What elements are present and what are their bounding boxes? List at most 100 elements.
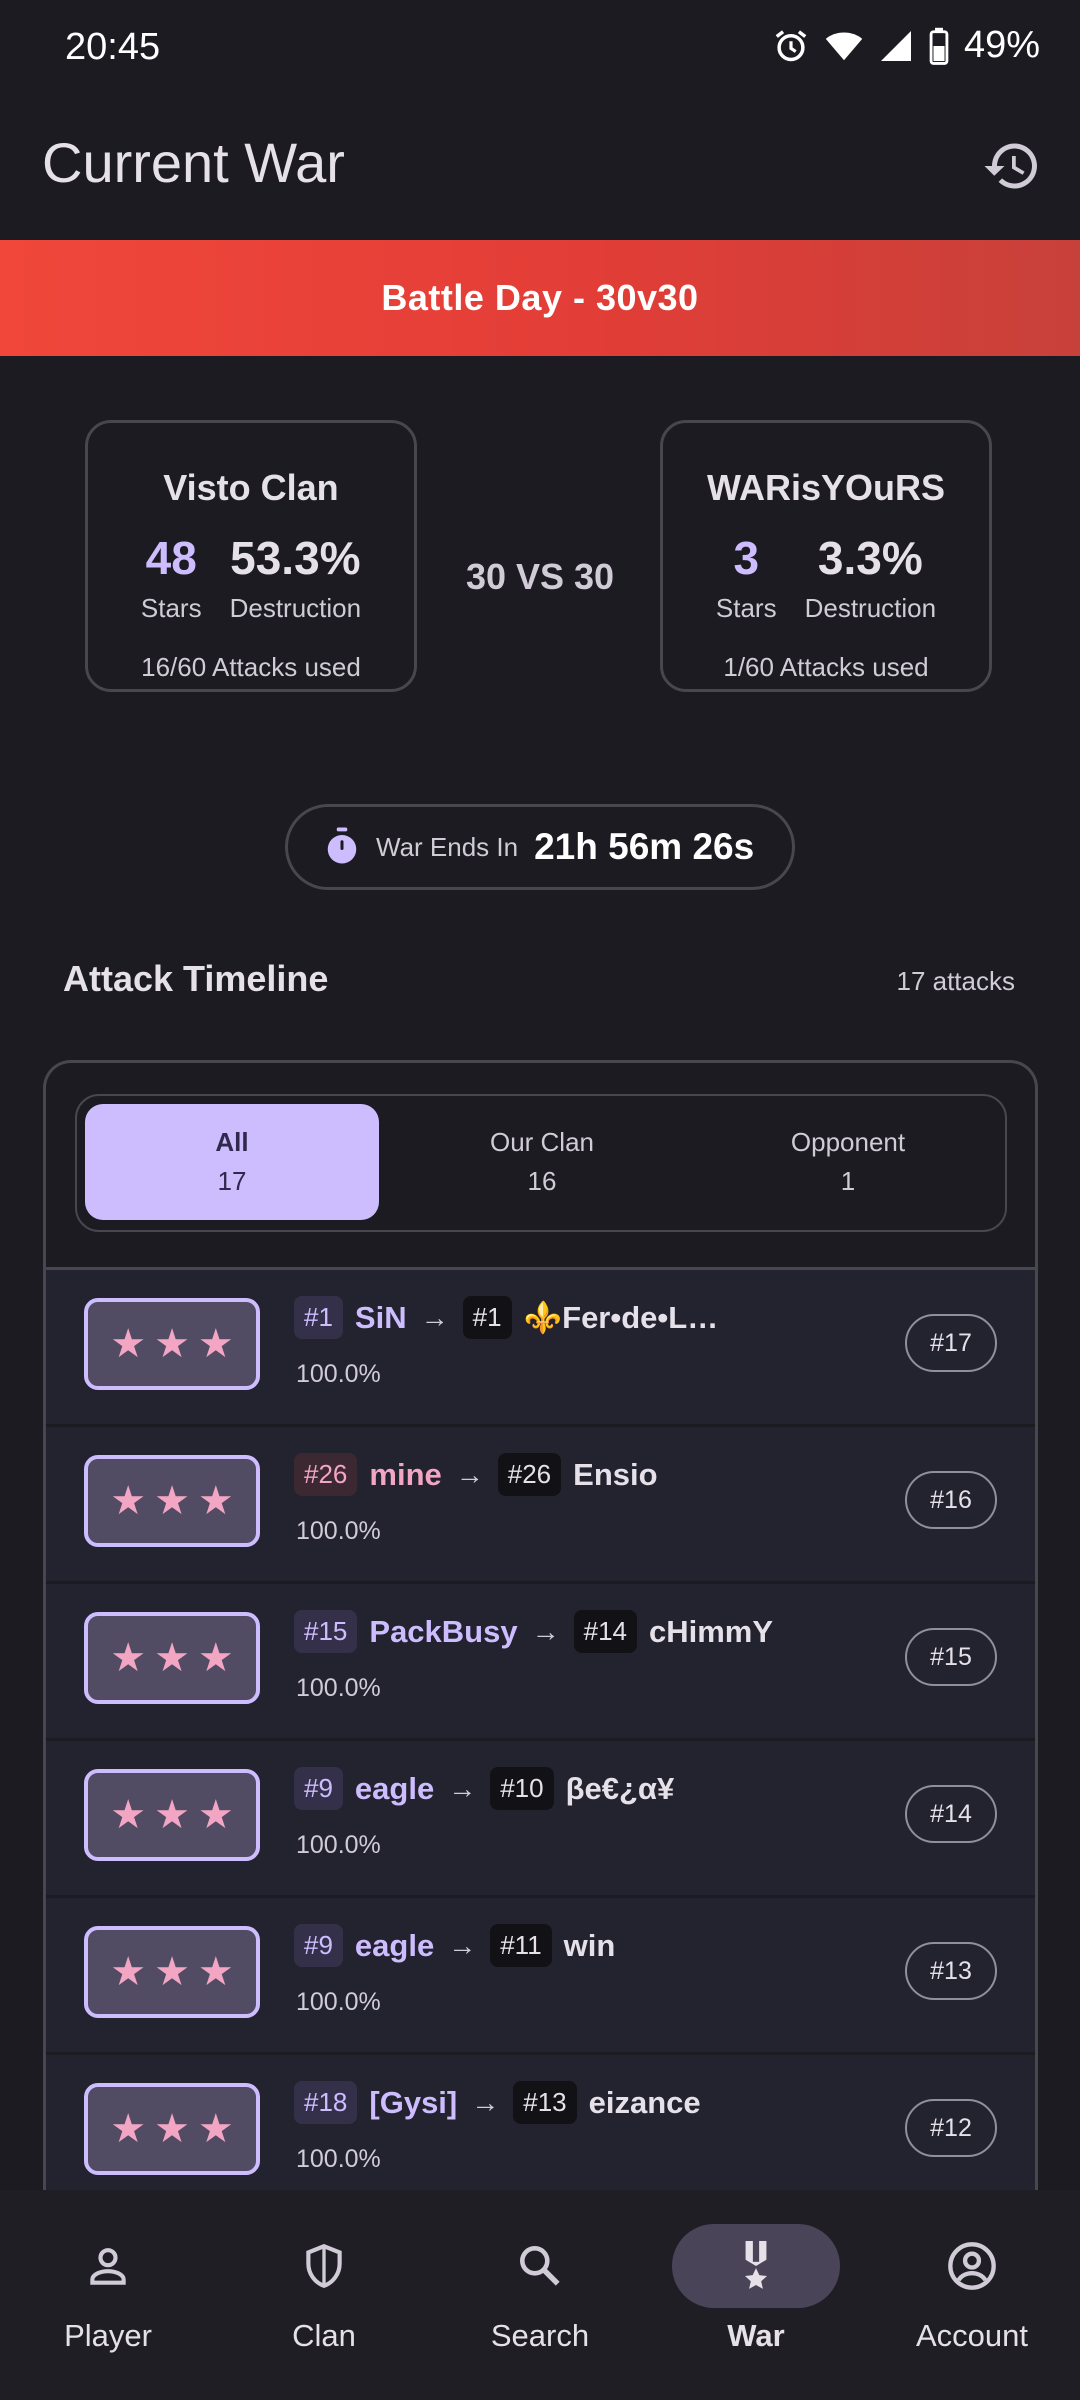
stars-earned: ★ ★ ★ [84,2083,260,2175]
nav-account-label: Account [915,2318,1028,2353]
destruction-percent: 100.0% [296,1988,381,2016]
attacker-position: #9 [294,1767,343,1810]
nav-account[interactable]: Account [864,2224,1080,2354]
filter-our-clan-label: Our Clan [489,1127,595,1157]
opponent-clan-card[interactable]: WARisYOuRS 3 Stars 3.3% Destruction 1/60… [660,420,992,692]
destruction-percent: 100.0% [296,1674,381,1702]
attack-order-badge: #12 [905,2099,997,2157]
star-icon: ★ [154,1950,190,1994]
stars-earned: ★ ★ ★ [84,1298,260,1390]
destruction-percent: 100.0% [296,1360,381,1388]
star-icon: ★ [197,1793,234,1837]
filter-opponent[interactable]: Opponent 1 [701,1104,995,1220]
nav-player[interactable]: Player [0,2224,216,2354]
defender-name: Ensio [573,1456,658,1492]
filter-our-clan[interactable]: Our Clan 16 [395,1104,689,1220]
arrow-right-icon: → [455,1458,484,1490]
defender-name: cHimmY [649,1613,774,1649]
our-attacks-used: 16/60 Attacks used [141,652,361,682]
history-icon [984,143,1037,189]
defender-position: #13 [513,2081,577,2124]
attack-row[interactable]: ★ ★ ★ #18 [Gysi] → #13 eizance 100.0% #12 [46,2052,1035,2209]
app-bar: Current War [0,120,1080,220]
nav-player-label: Player [64,2318,152,2353]
star-icon: ★ [154,1793,190,1837]
destruction-percent: 100.0% [296,1831,381,1859]
stars-earned: ★ ★ ★ [84,1612,260,1704]
war-timer-chip: War Ends In 21h 56m 26s [285,804,795,890]
nav-search-label: Search [490,2318,590,2353]
opponent-clan-name: WARisYOuRS [706,467,946,508]
attack-row[interactable]: ★ ★ ★ #9 eagle → #10 βe€¿α¥ 100.0% #14 [46,1738,1035,1895]
stars-earned: ★ ★ ★ [84,1926,260,2018]
attacker-position: #15 [294,1610,358,1653]
attack-row[interactable]: ★ ★ ★ #15 PackBusy → #14 cHimmY 100.0% #15 [46,1581,1035,1738]
attack-order-badge: #14 [905,1785,997,1843]
attacker-name: SiN [354,1299,407,1335]
star-icon: ★ [197,1322,234,1366]
timeline-count: 17 attacks [896,966,1015,996]
war-timer-label: War Ends In [376,831,519,862]
our-destruction-label: Destruction [229,593,362,623]
signal-icon [878,28,914,64]
filter-opponent-label: Opponent [790,1127,906,1157]
vs-label: 30 VS 30 [465,556,615,597]
medal-icon [744,2241,768,2289]
star-icon: ★ [110,1322,147,1366]
attack-row[interactable]: ★ ★ ★ #26 mine → #26 Ensio 100.0% #16 [46,1424,1035,1581]
attacker-name: mine [369,1456,442,1492]
account-circle-icon [948,2242,996,2290]
our-destruction: 53.3% [230,532,361,584]
nav-clan[interactable]: Clan [216,2224,432,2354]
arrow-right-icon: → [420,1301,449,1333]
nav-clan-label: Clan [292,2318,356,2353]
timeline-filter: All 17 Our Clan 16 Opponent 1 [75,1094,1007,1232]
attacker-name: [Gysi] [369,2084,458,2120]
nav-search[interactable]: Search [432,2224,648,2354]
arrow-right-icon: → [448,1772,477,1804]
bottom-navigation: Player Clan Search War Account [0,2190,1080,2400]
defender-position: #1 [462,1296,512,1339]
timer-icon [327,827,357,864]
opponent-destruction-label: Destruction [804,593,937,623]
defender-name: eizance [588,2084,701,2120]
history-button[interactable] [974,128,1050,204]
destruction-percent: 100.0% [296,2145,381,2173]
opponent-stars: 3 [733,532,760,584]
attack-row[interactable]: ★ ★ ★ #9 eagle → #11 win 100.0% #13 [46,1895,1035,2052]
star-icon: ★ [154,2107,190,2151]
our-clan-card[interactable]: Visto Clan 48 Stars 53.3% Destruction 16… [85,420,417,692]
opponent-destruction: 3.3% [817,532,923,584]
filter-all[interactable]: All 17 [85,1104,379,1220]
attacker-position: #26 [294,1453,358,1496]
timeline-title: Attack Timeline [63,958,329,999]
page-title: Current War [42,131,345,194]
defender-position: #14 [573,1610,637,1653]
alarm-icon [772,27,810,65]
arrow-right-icon: → [531,1615,560,1647]
status-icons: 49% [772,24,1040,67]
stars-earned: ★ ★ ★ [84,1769,260,1861]
star-icon: ★ [154,1322,190,1366]
filter-all-label: All [215,1127,249,1157]
attack-order-badge: #13 [905,1942,997,2000]
wifi-icon [824,27,864,65]
nav-war-label: War [727,2318,785,2353]
search-icon [520,2246,560,2286]
attacker-name: eagle [354,1770,435,1806]
battery-icon [928,27,950,65]
star-icon: ★ [154,1636,190,1680]
stars-earned: ★ ★ ★ [84,1455,260,1547]
filter-opponent-count: 1 [840,1166,856,1196]
our-stars: 48 [145,532,197,584]
star-icon: ★ [197,1636,234,1680]
star-icon: ★ [154,1479,190,1523]
defender-position: #11 [490,1924,552,1967]
attack-row[interactable]: ★ ★ ★ #1 SiN → #1 ⚜️Fer•de•L… 100.0% #17 [46,1267,1035,1424]
star-icon: ★ [197,2107,234,2151]
nav-war[interactable]: War [648,2224,864,2354]
status-time: 20:45 [65,26,161,68]
our-stars-label: Stars [140,593,202,623]
attack-order-badge: #15 [905,1628,997,1686]
defender-name: win [563,1927,616,1963]
